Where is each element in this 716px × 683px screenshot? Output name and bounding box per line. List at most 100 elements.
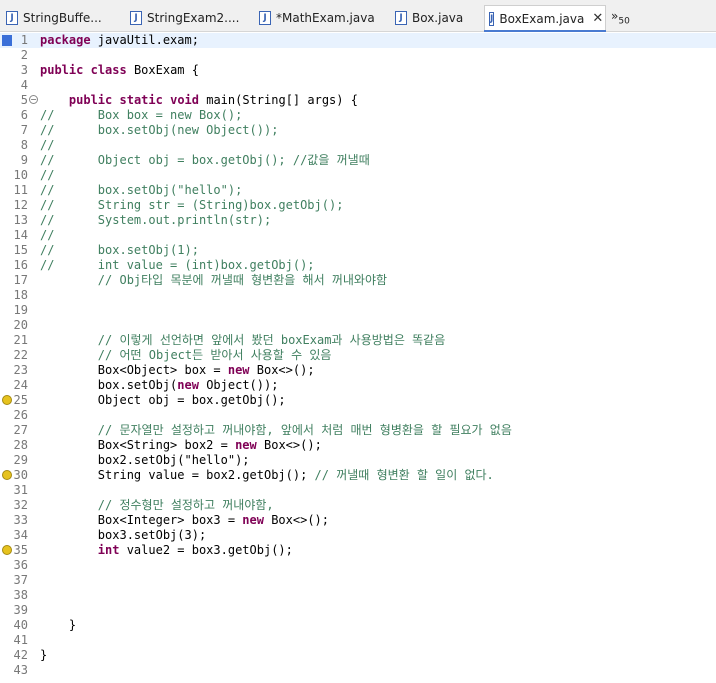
code-line[interactable]: 31 (0, 483, 716, 498)
code-line[interactable]: 22 // 어떤 Object든 받아서 사용할 수 있음 (0, 348, 716, 363)
code-line[interactable]: 23 Box<Object> box = new Box<>(); (0, 363, 716, 378)
code-line[interactable]: 33 Box<Integer> box3 = new Box<>(); (0, 513, 716, 528)
code-text: Object obj = box.getObj(); (40, 393, 286, 407)
line-number: 10 (13, 168, 28, 182)
code-line[interactable]: 35 int value2 = box3.getObj(); (0, 543, 716, 558)
code-line[interactable]: 26 (0, 408, 716, 423)
tab-mathexam[interactable]: J *MathExam.java (259, 7, 375, 29)
line-number: 11 (13, 183, 28, 197)
code-line[interactable]: 16 // int value = (int)box.getObj(); (0, 258, 716, 273)
line-number: 8 (20, 138, 28, 152)
code-line[interactable]: 7 // box.setObj(new Object()); (0, 123, 716, 138)
line-number: 43 (13, 663, 28, 677)
code-text: // String str = (String)box.getObj(); (40, 198, 344, 212)
tab-stringexam2[interactable]: J StringExam2.... (130, 7, 239, 29)
code-line[interactable]: 3 public class BoxExam { (0, 63, 716, 78)
code-line[interactable]: 25 Object obj = box.getObj(); (0, 393, 716, 408)
code-line[interactable]: 32 // 정수형만 설정하고 꺼내야함, (0, 498, 716, 513)
code-text: String value = box2.getObj(); // 꺼낼때 형변환… (40, 468, 494, 482)
tab-label: StringBuffe... (23, 11, 102, 25)
line-number: 2 (20, 48, 28, 62)
java-file-icon: J (395, 11, 407, 25)
tab-label: BoxExam.java (499, 11, 585, 26)
code-line[interactable]: 24 box.setObj(new Object()); (0, 378, 716, 393)
code-line[interactable]: 4 (0, 78, 716, 93)
editor-tab-bar: J StringBuffe... J StringExam2.... J *Ma… (0, 0, 716, 32)
code-line[interactable]: 2 (0, 48, 716, 63)
code-line[interactable]: 13 // System.out.println(str); (0, 213, 716, 228)
code-line[interactable]: 40 } (0, 618, 716, 633)
code-text: box2.setObj("hello"); (40, 453, 250, 467)
code-text: // box.setObj(1); (40, 243, 199, 257)
code-text: int value2 = box3.getObj(); (97, 543, 293, 557)
code-line[interactable]: 20 (0, 318, 716, 333)
code-line[interactable]: 42} (0, 648, 716, 663)
code-text: // box.setObj(new Object()); (40, 123, 279, 137)
line-number: 42 (13, 648, 28, 662)
code-text: // System.out.println(str); (40, 213, 272, 227)
code-line[interactable]: 21 // 이렇게 선언하면 앞에서 봤던 boxExam과 사용방법은 똑같음 (0, 333, 716, 348)
code-line[interactable]: 5 public static void main(String[] args)… (0, 93, 716, 108)
line-number: 23 (13, 363, 28, 377)
code-text: // int value = (int)box.getObj(); (40, 258, 315, 272)
java-file-icon: J (489, 11, 495, 26)
line-number: 37 (13, 573, 28, 587)
line-number: 27 (13, 423, 28, 437)
code-text: // Obj타입 목분에 꺼낼때 형변환을 해서 꺼내와야함 (97, 273, 388, 287)
code-line[interactable]: 41 (0, 633, 716, 648)
code-line[interactable]: 37 (0, 573, 716, 588)
code-text: // 이렇게 선언하면 앞에서 봤던 boxExam과 사용방법은 똑같음 (97, 333, 446, 347)
code-editor[interactable]: 1 package javaUtil.exam; 2 3 public class Bo… (0, 32, 716, 683)
line-number: 19 (13, 303, 28, 317)
code-line[interactable]: 27 // 문자열만 설정하고 꺼내야함, 앞에서 처럼 매번 형병환을 할 필… (0, 423, 716, 438)
code-text: // (40, 138, 55, 152)
code-line[interactable]: 34 box3.setObj(3); (0, 528, 716, 543)
tab-label: Box.java (412, 11, 464, 25)
close-icon[interactable]: ✕ (592, 11, 603, 26)
warning-icon[interactable] (2, 545, 12, 555)
code-text: // Box box = new Box(); (40, 108, 243, 122)
line-number: 34 (13, 528, 28, 542)
line-number: 22 (13, 348, 28, 362)
code-text: box.setObj(new Object()); (40, 378, 279, 392)
code-line[interactable]: 15 // box.setObj(1); (0, 243, 716, 258)
line-number: 15 (13, 243, 28, 257)
code-line[interactable]: 39 (0, 603, 716, 618)
java-file-icon: J (259, 11, 271, 25)
code-line[interactable]: 28 Box<String> box2 = new Box<>(); (0, 438, 716, 453)
code-line[interactable]: 12 // String str = (String)box.getObj(); (0, 198, 716, 213)
code-line[interactable]: 17 // Obj타입 목분에 꺼낼때 형변환을 해서 꺼내와야함 (0, 273, 716, 288)
line-number: 32 (13, 498, 28, 512)
fold-toggle-icon[interactable]: − (29, 95, 38, 104)
warning-icon[interactable] (2, 395, 12, 405)
line-number: 9 (20, 153, 28, 167)
tab-box[interactable]: J Box.java (395, 7, 463, 29)
tab-stringbuffer[interactable]: J StringBuffe... (6, 7, 102, 29)
code-line[interactable]: 29 box2.setObj("hello"); (0, 453, 716, 468)
tab-boxexam[interactable]: J BoxExam.java ✕ (484, 5, 606, 32)
code-text: // Object obj = box.getObj(); //값을 꺼낼때 (40, 153, 370, 167)
code-text: // (40, 168, 55, 182)
code-line[interactable]: 30 String value = box2.getObj(); // 꺼낼때 … (0, 468, 716, 483)
code-line[interactable]: 38 (0, 588, 716, 603)
java-file-icon: J (130, 11, 142, 25)
code-line[interactable]: 36 (0, 558, 716, 573)
code-line[interactable]: 14 // (0, 228, 716, 243)
code-line[interactable]: 8 // (0, 138, 716, 153)
warning-icon[interactable] (2, 470, 12, 480)
line-number: 13 (13, 213, 28, 227)
code-line[interactable]: 6 // Box box = new Box(); (0, 108, 716, 123)
code-line[interactable]: 10 // (0, 168, 716, 183)
line-number: 16 (13, 258, 28, 272)
line-number: 29 (13, 453, 28, 467)
line-number: 24 (13, 378, 28, 392)
code-line[interactable]: 11 // box.setObj("hello"); (0, 183, 716, 198)
tab-overflow-button[interactable]: »50 (611, 9, 630, 26)
line-number: 41 (13, 633, 28, 647)
code-line[interactable]: 1 package javaUtil.exam; (0, 33, 716, 48)
code-line[interactable]: 18 (0, 288, 716, 303)
code-line[interactable]: 19 (0, 303, 716, 318)
line-number: 18 (13, 288, 28, 302)
code-line[interactable]: 9 // Object obj = box.getObj(); //값을 꺼낼때 (0, 153, 716, 168)
code-line[interactable]: 43 (0, 663, 716, 678)
